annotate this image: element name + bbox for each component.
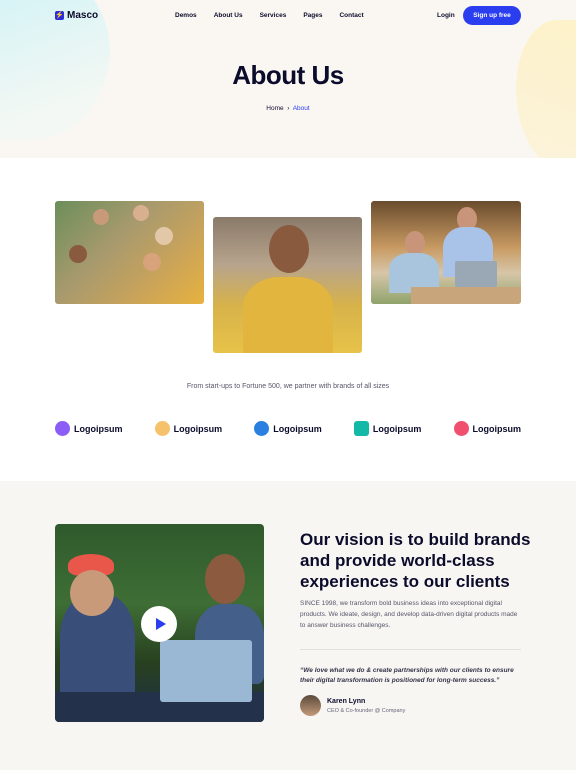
person-head-graphic bbox=[70, 570, 114, 616]
partner-logo-label: Logoipsum bbox=[74, 423, 123, 434]
bolt-icon: ⚡ bbox=[55, 10, 64, 20]
team-hands-photo bbox=[55, 201, 204, 304]
hero-section: ⚡ Masco Demos About Us Services Pages Co… bbox=[0, 0, 576, 158]
nav-item-contact[interactable]: Contact bbox=[339, 12, 363, 19]
divider bbox=[300, 649, 521, 650]
main-menu: Demos About Us Services Pages Contact bbox=[175, 12, 381, 19]
brand-name: Masco bbox=[67, 9, 99, 21]
nav-item-services[interactable]: Services bbox=[260, 12, 287, 19]
play-button[interactable] bbox=[141, 606, 177, 642]
testimonial-quote: “We love what we do & create partnership… bbox=[300, 667, 514, 684]
circle-icon bbox=[154, 421, 170, 436]
breadcrumb-current: About bbox=[292, 105, 310, 112]
partner-logo-label: Logoipsum bbox=[173, 423, 223, 434]
vision-title: Our vision is to build brands and provid… bbox=[300, 530, 531, 591]
breadcrumb-home[interactable]: Home bbox=[266, 105, 283, 112]
bolt-icon bbox=[55, 421, 70, 436]
partners-tagline: From start-ups to Fortune 500, we partne… bbox=[186, 383, 390, 390]
nav-item-pages[interactable]: Pages bbox=[303, 12, 322, 19]
brand-logo[interactable]: ⚡ Masco bbox=[55, 10, 98, 21]
signup-button[interactable]: Sign up free bbox=[463, 5, 521, 25]
vision-video[interactable] bbox=[55, 524, 264, 722]
partner-logo-label: Logoipsum bbox=[372, 423, 422, 434]
page-title: About Us bbox=[232, 60, 344, 90]
smiling-man-photo bbox=[213, 217, 362, 353]
vision-body: SINCE 1998, we transform bold business i… bbox=[300, 600, 518, 629]
nav-item-demos[interactable]: Demos bbox=[175, 12, 197, 19]
laptop-graphic bbox=[160, 640, 252, 702]
author-name: Karen Lynn bbox=[327, 697, 366, 705]
square-icon bbox=[353, 421, 369, 436]
vision-section: Our vision is to build brands and provid… bbox=[0, 481, 576, 770]
partner-logo-label: Logoipsum bbox=[273, 423, 322, 434]
top-navigation: ⚡ Masco Demos About Us Services Pages Co… bbox=[0, 5, 576, 25]
login-link[interactable]: Login bbox=[437, 12, 455, 19]
partner-logo: Logoipsum bbox=[254, 421, 322, 436]
avatar bbox=[300, 695, 321, 716]
play-icon bbox=[155, 618, 166, 630]
author-role: CEO & Co-founder @ Company bbox=[327, 707, 406, 714]
partner-logo: Logoipsum bbox=[154, 421, 223, 436]
burst-icon bbox=[453, 421, 469, 436]
partner-logo: Logoipsum bbox=[55, 421, 123, 436]
testimonial-author: Karen Lynn CEO & Co-founder @ Company bbox=[300, 695, 405, 716]
partner-logo: Logoipsum bbox=[453, 421, 522, 436]
diamond-icon bbox=[254, 421, 270, 436]
team-gallery-section: From start-ups to Fortune 500, we partne… bbox=[0, 158, 576, 481]
partner-logo-label: Logoipsum bbox=[472, 423, 522, 434]
partner-logo: Logoipsum bbox=[353, 421, 422, 436]
person-head-graphic bbox=[205, 554, 245, 604]
nav-item-about-us[interactable]: About Us bbox=[214, 12, 243, 19]
partner-logos: Logoipsum Logoipsum Logoipsum Logoipsum … bbox=[55, 421, 521, 436]
breadcrumb-separator: › bbox=[287, 105, 290, 112]
breadcrumb: Home › About bbox=[0, 105, 576, 112]
colleagues-laptop-photo bbox=[371, 201, 521, 304]
